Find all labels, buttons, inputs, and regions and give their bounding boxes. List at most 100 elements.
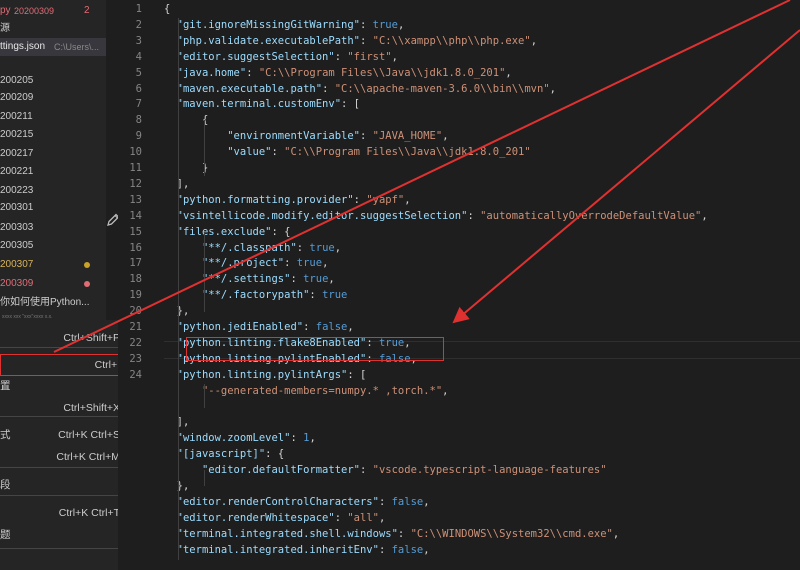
code-line[interactable]: "git.ignoreMissingGitWarning": true, — [164, 18, 405, 31]
code-line[interactable]: "python.formatting.provider": "yapf", — [164, 194, 411, 206]
code-line[interactable]: "editor.defaultFormatter": "vscode.types… — [164, 464, 607, 476]
sidebar-item[interactable]: 200211 — [0, 108, 106, 126]
code-editor[interactable]: 1 {2 "git.ignoreMissingGitWarning": true,… — [118, 0, 800, 570]
code-line[interactable]: }, — [164, 480, 190, 492]
code-line[interactable]: ], — [164, 178, 190, 190]
code-token: : — [334, 511, 348, 524]
line-number: 1 — [135, 3, 142, 15]
code-line[interactable]: "editor.renderWhitespace": "all", — [164, 511, 386, 524]
sidebar-item-hint: 20200309 — [14, 6, 55, 16]
menu-item[interactable]: Ctrl+K Ctrl+T — [0, 503, 134, 523]
code-token: "C:\\Program Files\\Java\\jdk1.8.0_201" — [258, 66, 506, 79]
sidebar-item[interactable]: 200205 — [0, 72, 106, 90]
code-token: "JAVA_HOME" — [372, 130, 443, 143]
sidebar-item[interactable]: 你如何使用Python... — [0, 294, 106, 312]
code-token: : — [378, 495, 392, 508]
sidebar-item[interactable]: 200221 — [0, 163, 106, 181]
sidebar-item-label: 200303 — [0, 222, 34, 233]
code-line[interactable]: "window.zoomLevel": 1, — [164, 432, 316, 444]
code-line[interactable]: "maven.executable.path": "C:\\apache-mav… — [164, 83, 556, 95]
sidebar-item[interactable]: 源 — [0, 20, 106, 38]
sidebar-item[interactable]: 200301 — [0, 199, 106, 217]
code-line[interactable]: "maven.terminal.customEnv": [ — [164, 98, 360, 110]
code-token: "C:\\Program Files\\Java\\jdk1.8.0_201" — [284, 146, 531, 159]
code-token: : — [359, 18, 373, 31]
code-line[interactable]: "**/.settings": true, — [164, 273, 335, 285]
code-line[interactable]: "python.jediEnabled": false, — [164, 321, 354, 333]
code-line[interactable]: "editor.renderControlCharacters": false, — [164, 496, 430, 508]
code-token: "editor.renderWhitespace" — [176, 511, 335, 524]
sidebar-item-label: 200223 — [0, 185, 34, 196]
code-token: , — [322, 257, 329, 270]
menu-separator — [0, 347, 134, 348]
code-line[interactable]: { — [164, 3, 170, 15]
code-line[interactable]: "value": "C:\\Program Files\\Java\\jdk1.… — [164, 146, 531, 159]
code-token: , — [378, 511, 386, 524]
code-line[interactable]: "files.exclude": { — [164, 226, 291, 238]
line-number: 17 — [129, 257, 142, 270]
sidebar-item[interactable]: 200303 — [0, 219, 106, 237]
line-number: 10 — [129, 146, 142, 159]
code-token: : { — [265, 448, 285, 461]
code-token: , — [391, 50, 398, 63]
line-number: 21 — [129, 321, 142, 333]
code-line[interactable] — [164, 401, 177, 413]
sidebar-item[interactable]: 200309 — [0, 275, 106, 293]
menu-item[interactable]: Ctrl+Shift+P — [0, 328, 134, 348]
code-token: "value" — [176, 146, 272, 159]
sidebar-item[interactable]: 200217 — [0, 145, 106, 163]
sidebar-item[interactable]: 200223 — [0, 182, 106, 200]
line-number: 4 — [135, 50, 142, 63]
sidebar-item[interactable]: 200307 — [0, 256, 106, 274]
sidebar-item[interactable]: 200209 — [0, 89, 106, 107]
code-line[interactable]: "**/.classpath": true, — [164, 242, 341, 254]
code-token: "first" — [347, 50, 392, 63]
code-line[interactable]: "[javascript]": { — [164, 448, 284, 460]
code-line[interactable]: "java.home": "C:\\Program Files\\Java\\j… — [164, 67, 512, 79]
code-line[interactable]: } — [164, 162, 208, 174]
code-token: "editor.renderControlCharacters" — [176, 495, 379, 508]
menu-separator — [0, 416, 134, 417]
code-token: true — [296, 257, 323, 270]
code-token: "java.home" — [176, 66, 247, 79]
code-line[interactable]: "php.validate.executablePath": "C:\\xamp… — [164, 35, 537, 47]
menu-separator — [0, 495, 134, 496]
code-token: , — [347, 321, 354, 333]
sidebar-item[interactable]: py 20200309 2 — [0, 2, 106, 20]
code-line[interactable]: "vsintellicode.modify.editor.suggestSele… — [164, 210, 708, 222]
code-token: : — [303, 321, 316, 333]
code-line[interactable]: ], — [164, 416, 190, 428]
menu-item[interactable]: 段 — [0, 475, 134, 495]
code-token: , — [309, 432, 316, 445]
sidebar-item-label: ttings.json — [0, 41, 46, 52]
menu-item[interactable]: Ctrl+Shift+X — [0, 398, 134, 418]
menu-item[interactable]: Ctrl+K Ctrl+M — [0, 447, 134, 467]
code-token: : [ — [347, 368, 367, 381]
code-line[interactable]: "environmentVariable": "JAVA_HOME", — [164, 130, 448, 143]
code-line[interactable]: "terminal.integrated.shell.windows": "C:… — [164, 527, 620, 540]
code-line[interactable]: "**/.project": true, — [164, 257, 328, 269]
sidebar-item[interactable]: ttings.json C:\Users\... — [0, 38, 106, 56]
code-line[interactable]: "**/.factorypath": true — [164, 289, 347, 301]
modified-dot-icon — [84, 262, 90, 268]
menu-item[interactable]: 置 — [0, 376, 134, 396]
menu-item-shortcut: Ctrl+K Ctrl+T — [58, 507, 120, 519]
sidebar-item-label: 200305 — [0, 240, 34, 251]
menu-item[interactable]: 题 — [0, 525, 134, 545]
code-token: , — [334, 241, 342, 254]
menu-item-label: 题 — [0, 529, 11, 541]
sidebar-item[interactable]: 200215 — [0, 126, 106, 144]
line-number: 13 — [129, 193, 142, 206]
code-line[interactable]: }, — [164, 305, 190, 317]
code-line[interactable]: { — [164, 114, 208, 126]
sidebar-item-label: 200309 — [0, 278, 34, 289]
code-line[interactable]: "--generated-members=numpy.* ,torch.*", — [164, 385, 449, 397]
line-number: 12 — [129, 177, 142, 190]
code-line[interactable]: "python.linting.pylintArgs": [ — [164, 368, 367, 381]
sidebar-item[interactable]: 200305 — [0, 237, 106, 255]
code-line[interactable]: "terminal.integrated.inheritEnv": false, — [164, 544, 430, 556]
code-token: , — [612, 527, 620, 540]
menu-item[interactable]: 式 Ctrl+K Ctrl+S — [0, 425, 134, 445]
code-line[interactable]: "editor.suggestSelection": "first", — [164, 51, 398, 63]
indent-guide — [204, 384, 205, 408]
